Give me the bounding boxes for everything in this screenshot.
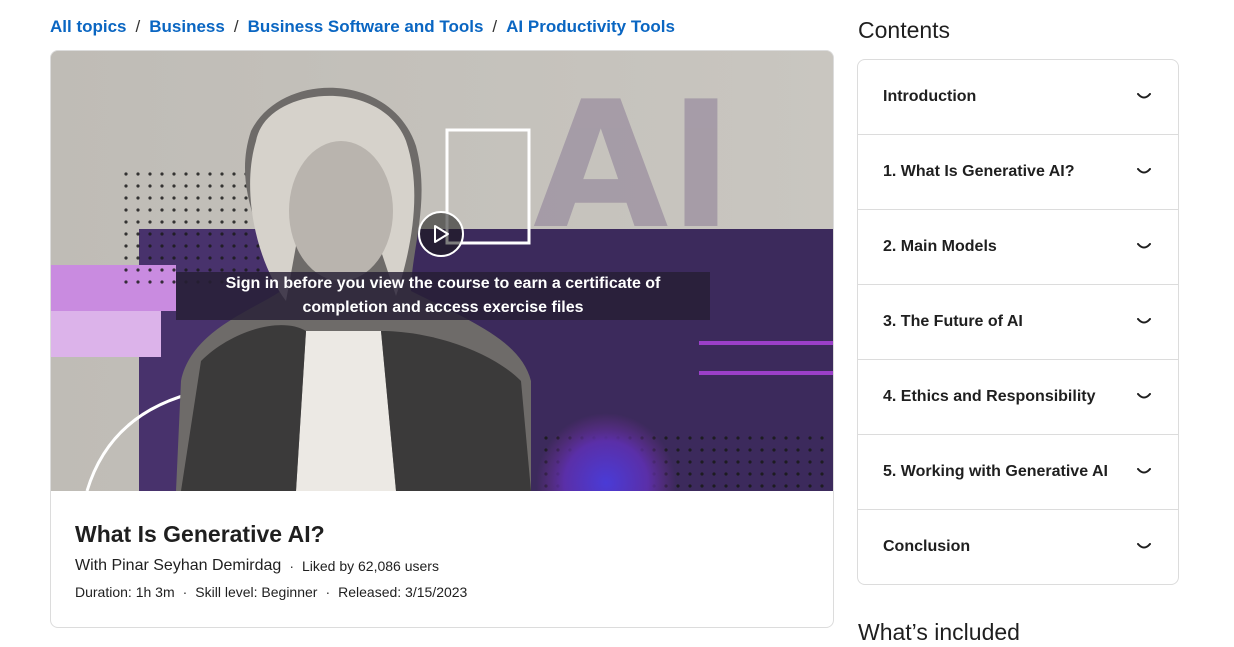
breadcrumb-link-ai-productivity-tools[interactable]: AI Productivity Tools: [506, 17, 675, 37]
section-future-of-ai[interactable]: 3. The Future of AI: [858, 285, 1178, 360]
section-label: 5. Working with Generative AI: [883, 463, 1108, 480]
section-what-is-generative-ai[interactable]: 1. What Is Generative AI?: [858, 135, 1178, 210]
section-ethics-responsibility[interactable]: 4. Ethics and Responsibility: [858, 360, 1178, 435]
play-icon: [434, 225, 449, 243]
meta-separator: ·: [289, 558, 294, 574]
course-title: What Is Generative AI?: [75, 521, 325, 547]
breadcrumb-separator: /: [233, 17, 239, 36]
breadcrumb-separator: /: [492, 17, 498, 36]
chevron-down-icon: [1136, 317, 1152, 327]
breadcrumb-separator: /: [135, 17, 141, 36]
signin-message: Sign in before you view the course to ea…: [176, 272, 710, 320]
section-label: Introduction: [883, 88, 977, 105]
whats-included-heading: What’s included: [858, 619, 1020, 645]
course-author-row: With Pinar Seyhan Demirdag · Liked by 62…: [75, 555, 809, 577]
course-details-row: Duration: 1h 3m · Skill level: Beginner …: [75, 582, 809, 602]
video-player[interactable]: AI Sign in before you view the course to…: [51, 51, 833, 491]
chevron-down-icon: [1136, 467, 1152, 477]
section-label: 2. Main Models: [883, 238, 997, 255]
chevron-down-icon: [1136, 542, 1152, 552]
instructor-name: With Pinar Seyhan Demirdag: [75, 557, 282, 574]
likes-count: Liked by 62,086 users: [301, 558, 439, 574]
video-thumbnail: AI: [51, 51, 833, 491]
breadcrumb: All topics / Business / Business Softwar…: [50, 16, 675, 38]
chevron-down-icon: [1136, 392, 1152, 402]
section-main-models[interactable]: 2. Main Models: [858, 210, 1178, 285]
course-duration: Duration: 1h 3m: [75, 584, 175, 600]
contents-list: Introduction 1. What Is Generative AI? 2…: [857, 59, 1179, 585]
section-label: 1. What Is Generative AI?: [883, 163, 1075, 180]
course-card: AI Sign in before you view the course to…: [50, 50, 834, 628]
section-label: 3. The Future of AI: [883, 313, 1023, 330]
chevron-down-icon: [1136, 92, 1152, 102]
breadcrumb-link-all-topics[interactable]: All topics: [50, 17, 127, 37]
meta-separator: ·: [325, 584, 331, 600]
chevron-down-icon: [1136, 242, 1152, 252]
section-label: Conclusion: [883, 538, 971, 555]
section-conclusion[interactable]: Conclusion: [858, 510, 1178, 584]
skill-level: Skill level: Beginner: [195, 584, 318, 600]
section-introduction[interactable]: Introduction: [858, 60, 1178, 135]
section-working-with-generative-ai[interactable]: 5. Working with Generative AI: [858, 435, 1178, 510]
contents-heading: Contents: [858, 17, 951, 43]
section-label: 4. Ethics and Responsibility: [883, 388, 1096, 405]
meta-separator: ·: [182, 584, 188, 600]
breadcrumb-link-business[interactable]: Business: [149, 17, 225, 37]
release-date: Released: 3/15/2023: [338, 584, 468, 600]
chevron-down-icon: [1136, 167, 1152, 177]
course-info: What Is Generative AI? With Pinar Seyhan…: [75, 519, 809, 602]
play-button[interactable]: [418, 211, 464, 257]
breadcrumb-link-business-software[interactable]: Business Software and Tools: [248, 17, 484, 37]
